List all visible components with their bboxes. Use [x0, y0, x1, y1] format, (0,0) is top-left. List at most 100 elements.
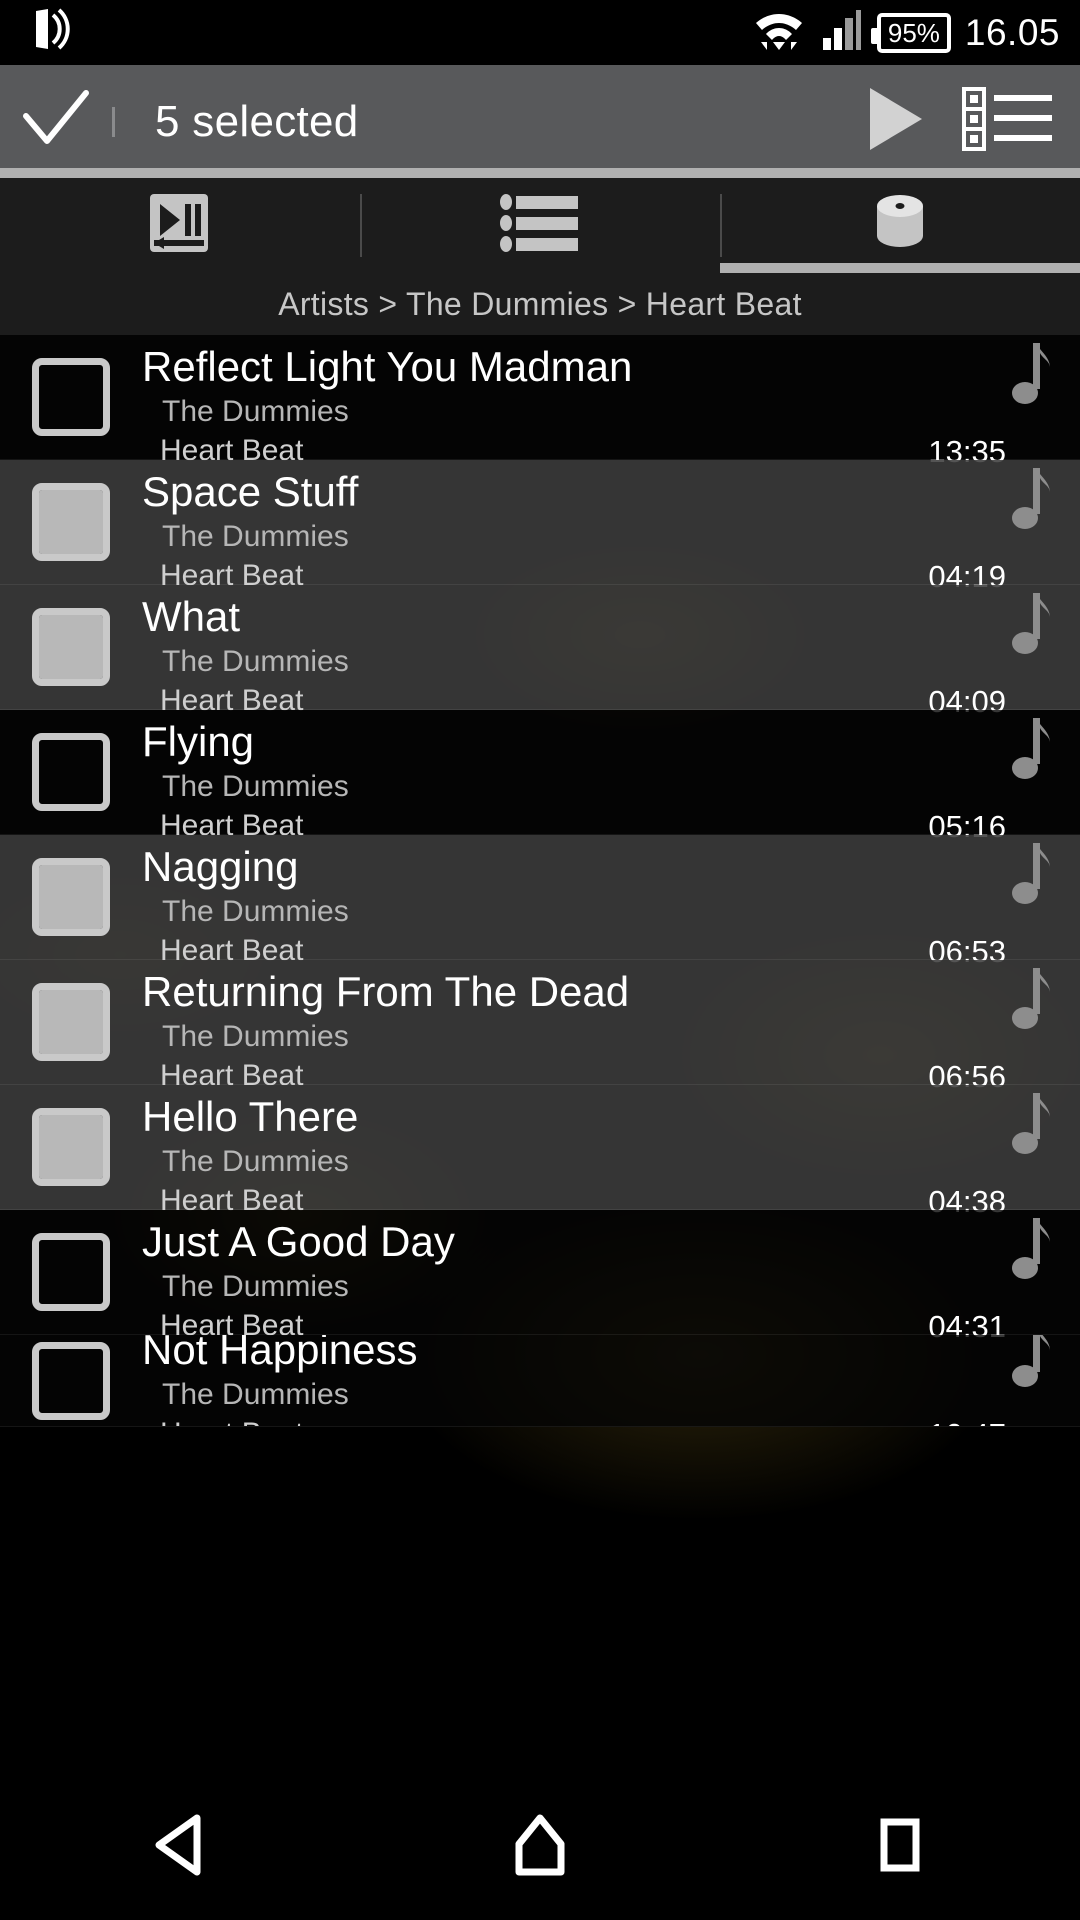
track-row[interactable]: What The Dummies Heart Beat 04:09 [0, 585, 1080, 719]
tab-now-playing[interactable] [0, 178, 360, 273]
status-bar-right-icons: 95% 16.05 [751, 8, 1060, 57]
track-info: Nagging The Dummies Heart Beat [142, 835, 780, 967]
home-icon [511, 1814, 569, 1881]
contextual-action-bar: 5 selected [0, 65, 1080, 178]
battery-percent-label: 95% [887, 17, 940, 48]
music-note-icon [1009, 466, 1055, 541]
action-bar-divider [112, 106, 115, 137]
status-bar-clock: 16.05 [964, 11, 1060, 53]
action-bar-bottom-bar [0, 168, 1080, 178]
system-navigation-bar [0, 1775, 1080, 1920]
track-row[interactable]: Returning From The Dead The Dummies Hear… [0, 960, 1080, 1094]
track-artist: The Dummies [162, 1378, 349, 1411]
cellular-signal-icon [821, 8, 863, 57]
status-bar: 95% 16.05 [0, 0, 1080, 65]
track-list[interactable]: Reflect Light You Madman The Dummies Hea… [0, 335, 1080, 1775]
track-meta: 04:09 [780, 585, 1080, 719]
tab-albums[interactable] [720, 178, 1080, 273]
track-title: Nagging [142, 842, 299, 890]
phone-screen: 95% 16.05 5 selected Artists > The Dummi… [0, 0, 1080, 1920]
track-artist: The Dummies [162, 1269, 349, 1303]
track-info: What The Dummies Heart Beat [142, 585, 780, 717]
track-title: What [142, 592, 241, 640]
now-playing-icon [144, 190, 216, 261]
track-info: Hello There The Dummies Heart Beat [142, 1085, 780, 1217]
track-duration: 10:47 [928, 1417, 1006, 1426]
music-note-icon [1009, 966, 1055, 1041]
recents-square-icon [874, 1814, 926, 1881]
music-note-icon [1009, 1091, 1055, 1166]
play-selected-button[interactable] [864, 85, 926, 158]
checkbox-icon [32, 1341, 110, 1420]
signal-beacon-icon [26, 7, 82, 58]
wifi-icon [751, 8, 807, 57]
track-artist: The Dummies [162, 644, 349, 678]
nav-home-button[interactable] [360, 1814, 720, 1881]
done-selection-button[interactable] [0, 88, 112, 155]
track-checkbox[interactable] [0, 358, 142, 436]
checkbox-icon [32, 733, 110, 811]
track-info: Not Happiness The Dummies Heart Beat [142, 1335, 780, 1426]
track-meta: 04:31 [780, 1210, 1080, 1344]
track-meta: 05:16 [780, 710, 1080, 844]
track-artist: The Dummies [162, 1019, 349, 1053]
checkbox-icon [32, 358, 110, 436]
select-options-button[interactable] [962, 85, 1054, 158]
music-note-icon [1009, 1216, 1055, 1291]
track-meta: 10:47 [780, 1335, 1080, 1426]
track-checkbox[interactable] [0, 1233, 142, 1311]
track-row[interactable]: Nagging The Dummies Heart Beat 06:53 [0, 835, 1080, 969]
track-row[interactable]: Space Stuff The Dummies Heart Beat 04:19 [0, 460, 1080, 594]
track-row[interactable]: Hello There The Dummies Heart Beat 04:38 [0, 1085, 1080, 1219]
track-artist: The Dummies [162, 894, 349, 928]
checkbox-icon [32, 608, 110, 686]
music-note-icon [1009, 716, 1055, 791]
track-artist: The Dummies [162, 1144, 349, 1178]
track-artist: The Dummies [162, 519, 349, 553]
track-checkbox[interactable] [0, 983, 142, 1061]
checkbox-icon [32, 1108, 110, 1186]
nav-recents-button[interactable] [720, 1814, 1080, 1881]
track-row[interactable]: Reflect Light You Madman The Dummies Hea… [0, 335, 1080, 469]
track-row[interactable]: Not Happiness The Dummies Heart Beat 10:… [0, 1335, 1080, 1427]
track-info: Returning From The Dead The Dummies Hear… [142, 960, 780, 1092]
play-icon [864, 85, 926, 158]
track-checkbox[interactable] [0, 483, 142, 561]
track-info: Just A Good Day The Dummies Heart Beat [142, 1210, 780, 1342]
track-meta: 06:56 [780, 960, 1080, 1094]
track-row[interactable]: Flying The Dummies Heart Beat 05:16 [0, 710, 1080, 844]
track-meta: 13:35 [780, 335, 1080, 469]
track-checkbox[interactable] [0, 858, 142, 936]
track-meta: 04:19 [780, 460, 1080, 594]
track-album: Heart Beat [160, 1417, 303, 1426]
music-note-icon [1009, 341, 1055, 416]
track-meta: 04:38 [780, 1085, 1080, 1219]
track-checkbox[interactable] [0, 608, 142, 686]
track-artist: The Dummies [162, 769, 349, 803]
track-checkbox[interactable] [0, 733, 142, 811]
nav-back-button[interactable] [0, 1814, 360, 1881]
tab-bar [0, 178, 1080, 273]
list-icon [499, 192, 581, 259]
selection-count-title: 5 selected [155, 96, 359, 146]
tab-library-list[interactable] [360, 178, 720, 273]
select-list-icon [962, 85, 1054, 158]
checkbox-icon [32, 483, 110, 561]
track-row[interactable]: Just A Good Day The Dummies Heart Beat 0… [0, 1210, 1080, 1344]
tab-indicator-albums [720, 263, 1080, 273]
status-bar-left-icons [26, 7, 82, 58]
checkbox-icon [32, 983, 110, 1061]
checkmark-icon [21, 88, 91, 155]
track-info: Reflect Light You Madman The Dummies Hea… [142, 335, 780, 467]
back-triangle-icon [151, 1814, 209, 1881]
breadcrumb[interactable]: Artists > The Dummies > Heart Beat [0, 273, 1080, 335]
track-checkbox[interactable] [0, 1341, 142, 1420]
track-title: Returning From The Dead [142, 967, 630, 1015]
track-title: Reflect Light You Madman [142, 342, 633, 390]
track-info: Flying The Dummies Heart Beat [142, 710, 780, 842]
album-disc-icon [865, 190, 935, 261]
track-title: Not Happiness [142, 1335, 418, 1373]
music-note-icon [1009, 841, 1055, 916]
action-bar-actions [864, 85, 1054, 158]
track-checkbox[interactable] [0, 1108, 142, 1186]
